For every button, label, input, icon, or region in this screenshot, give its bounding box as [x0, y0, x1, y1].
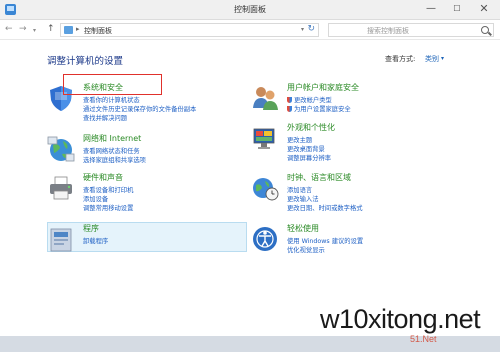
- family-safety-link[interactable]: 为用户设置家庭安全: [287, 104, 351, 113]
- change-account-type-link[interactable]: 更改帐户类型: [287, 95, 332, 104]
- clock-globe-icon[interactable]: [251, 174, 279, 202]
- search-box[interactable]: 搜索控制面板: [328, 23, 494, 37]
- view-by-label: 查看方式:: [385, 55, 416, 63]
- category-clock-language: 时钟、语言和区域 添加语言 更改输入法 更改日期、时间或数字格式: [251, 172, 451, 216]
- file-history-link[interactable]: 通过文件历史记录保存你的文件备份副本: [83, 104, 196, 113]
- programs-icon[interactable]: [47, 225, 75, 253]
- ease-of-access-icon[interactable]: [251, 225, 279, 253]
- category-programs: 程序 卸载程序: [47, 223, 247, 267]
- recommended-settings-link[interactable]: 使用 Windows 建议的设置: [287, 236, 363, 245]
- change-theme-link[interactable]: 更改主题: [287, 135, 312, 144]
- recent-locations-icon[interactable]: ▾: [33, 26, 36, 36]
- watermark-sub-logo: 51.Net: [410, 334, 437, 344]
- maximize-button[interactable]: ☐: [444, 0, 470, 18]
- highlight-annotation-box: [63, 74, 162, 95]
- uninstall-program-link[interactable]: 卸载程序: [83, 236, 108, 245]
- address-dropdown-icon[interactable]: ▾: [301, 26, 304, 33]
- watermark-logo: w10xitong.net: [320, 304, 481, 334]
- printer-icon[interactable]: [47, 174, 75, 202]
- category-hardware-sound: 硬件和声音 查看设备和打印机 添加设备 调整常用移动设置: [47, 172, 247, 216]
- chevron-down-icon[interactable]: ▾: [441, 55, 444, 62]
- breadcrumb-control-panel[interactable]: 控制面板: [84, 26, 112, 36]
- address-bar[interactable]: ▸ 控制面板 ▾ ↻: [60, 23, 319, 37]
- refresh-icon[interactable]: ↻: [307, 24, 315, 34]
- appearance-personalization-link[interactable]: 外观和个性化: [287, 122, 335, 133]
- title-bar: 控制面板 — ☐ ✕: [0, 0, 500, 20]
- devices-printers-link[interactable]: 查看设备和打印机: [83, 185, 133, 194]
- breadcrumb-separator-icon[interactable]: ▸: [76, 25, 80, 33]
- category-network: 网络和 Internet 查看网络状态和任务 选择家庭组和共享选项: [47, 133, 247, 177]
- view-computer-status-link[interactable]: 查看你的计算机状态: [83, 95, 140, 104]
- homegroup-link[interactable]: 选择家庭组和共享选项: [83, 155, 146, 164]
- control-panel-small-icon: [64, 26, 73, 34]
- add-device-link[interactable]: 添加设备: [83, 194, 108, 203]
- appearance-monitor-icon[interactable]: [251, 124, 279, 152]
- search-input[interactable]: 搜索控制面板: [367, 26, 409, 36]
- date-time-format-link[interactable]: 更改日期、时间或数字格式: [287, 203, 363, 212]
- user-accounts-link[interactable]: 用户帐户和家庭安全: [287, 82, 359, 93]
- users-icon[interactable]: [251, 84, 279, 112]
- add-language-link[interactable]: 添加语言: [287, 185, 312, 194]
- change-input-method-link[interactable]: 更改输入法: [287, 194, 318, 203]
- programs-link[interactable]: 程序: [83, 223, 99, 234]
- clock-language-region-link[interactable]: 时钟、语言和区域: [287, 172, 351, 183]
- category-appearance: 外观和个性化 更改主题 更改桌面背景 调整屏幕分辨率: [251, 122, 451, 166]
- minimize-button[interactable]: —: [418, 0, 444, 18]
- network-status-link[interactable]: 查看网络状态和任务: [83, 146, 140, 155]
- forward-arrow-icon[interactable]: →: [19, 24, 27, 34]
- up-arrow-icon[interactable]: ↑: [47, 24, 55, 34]
- ease-of-access-link[interactable]: 轻松使用: [287, 223, 319, 234]
- back-arrow-icon[interactable]: ←: [5, 24, 13, 34]
- category-user-accounts: 用户帐户和家庭安全 更改帐户类型 为用户设置家庭安全: [251, 82, 451, 126]
- change-desktop-background-link[interactable]: 更改桌面背景: [287, 144, 325, 153]
- category-ease-of-access: 轻松使用 使用 Windows 建议的设置 优化视觉显示: [251, 223, 451, 267]
- network-internet-link[interactable]: 网络和 Internet: [83, 133, 141, 144]
- optimize-visual-display-link[interactable]: 优化视觉显示: [287, 245, 325, 254]
- page-title: 调整计算机的设置: [47, 56, 124, 67]
- hardware-sound-link[interactable]: 硬件和声音: [83, 172, 123, 183]
- troubleshoot-link[interactable]: 查找并解决问题: [83, 113, 127, 122]
- navigation-bar: ← → ▾ ↑ ▸ 控制面板 ▾ ↻ 搜索控制面板: [0, 20, 500, 40]
- search-icon[interactable]: [481, 26, 489, 34]
- screen-resolution-link[interactable]: 调整屏幕分辨率: [287, 153, 331, 162]
- close-button[interactable]: ✕: [470, 0, 498, 18]
- view-by-dropdown[interactable]: 类别: [425, 54, 439, 64]
- mobility-settings-link[interactable]: 调整常用移动设置: [83, 203, 133, 212]
- network-globe-icon[interactable]: [47, 135, 75, 163]
